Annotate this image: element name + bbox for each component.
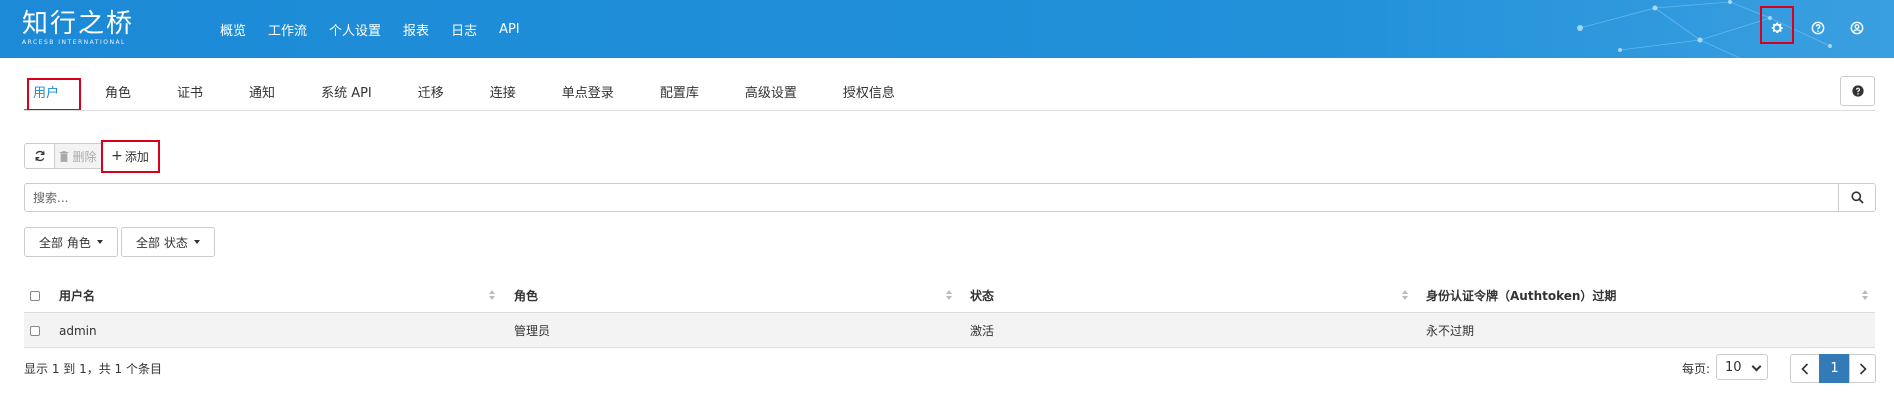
chevron-down-icon (1751, 361, 1762, 372)
tab-notifications[interactable]: 通知 (240, 76, 284, 109)
pagination-summary: 显示 1 到 1，共 1 个条目 (24, 362, 162, 376)
role-filter-label: 全部 角色 (39, 235, 91, 250)
role-filter-dropdown[interactable]: 全部 角色 (24, 227, 118, 257)
user-circle-icon[interactable] (1846, 17, 1868, 39)
per-page-value: 10 (1725, 359, 1742, 375)
column-role[interactable]: 角色 (514, 278, 538, 313)
column-status[interactable]: 状态 (970, 278, 994, 313)
cell-username[interactable]: admin (59, 313, 97, 348)
tab-license[interactable]: 授权信息 (834, 76, 904, 109)
tabs-divider (24, 110, 1875, 111)
network-decoration (1577, 0, 1832, 58)
table-row[interactable]: admin 管理员 激活 永不过期 (24, 313, 1875, 348)
chevron-right-icon (1859, 362, 1867, 375)
column-authtoken-expiry[interactable]: 身份认证令牌（Authtoken）过期 (1426, 278, 1616, 313)
page-button[interactable]: 1 (1819, 354, 1850, 383)
top-header: 知行之桥 ARCESB INTERNATIONAL 概览 工作流 个人设置 报表… (0, 0, 1894, 58)
search-input[interactable] (24, 183, 1866, 212)
tab-migration[interactable]: 迁移 (409, 76, 453, 109)
next-page-button[interactable] (1849, 354, 1876, 383)
per-page-select[interactable]: 10 (1716, 354, 1768, 380)
nav-item-profile[interactable]: 个人设置 (329, 20, 381, 39)
cell-authtoken-expiry: 永不过期 (1426, 324, 1475, 338)
status-filter-label: 全部 状态 (136, 235, 188, 250)
status-filter-dropdown[interactable]: 全部 状态 (121, 227, 215, 257)
sort-icon[interactable] (946, 286, 954, 304)
select-all-checkbox[interactable] (30, 291, 40, 301)
help-icon (1851, 85, 1864, 97)
trash-icon (60, 150, 69, 162)
tab-highlight-box (27, 78, 81, 111)
nav-item-logs[interactable]: 日志 (451, 20, 477, 39)
logo-subtext: ARCESB INTERNATIONAL (22, 39, 126, 46)
per-page-label: 每页: (1682, 362, 1711, 376)
help-circle-icon[interactable] (1807, 17, 1829, 39)
tab-advanced[interactable]: 高级设置 (736, 76, 806, 109)
logo-text: 知行之桥 (22, 9, 135, 39)
cell-role: 管理员 (514, 324, 551, 338)
main-nav: 概览 工作流 个人设置 报表 日志 API (220, 0, 542, 58)
nav-item-reports[interactable]: 报表 (403, 20, 429, 39)
tab-connections[interactable]: 连接 (481, 76, 525, 109)
search-icon (1850, 191, 1864, 204)
nav-item-api[interactable]: API (499, 22, 520, 37)
delete-button[interactable]: 删除 (54, 143, 102, 169)
sort-icon[interactable] (489, 286, 497, 304)
caret-down-icon (96, 240, 103, 244)
settings-tabs: 用户 角色 证书 通知 系统 API 迁移 连接 单点登录 配置库 高级设置 授… (24, 76, 932, 111)
refresh-button[interactable] (24, 143, 55, 169)
tab-certificates[interactable]: 证书 (168, 76, 212, 109)
caret-down-icon (193, 240, 200, 244)
chevron-left-icon (1801, 362, 1809, 375)
tab-sso[interactable]: 单点登录 (553, 76, 623, 109)
tab-roles[interactable]: 角色 (96, 76, 140, 109)
users-table: 用户名 角色 状态 身份认证令牌（Authtoken）过期 admin 管理员 … (24, 278, 1875, 348)
previous-page-button[interactable] (1790, 354, 1820, 383)
logo[interactable]: 知行之桥 ARCESB INTERNATIONAL (22, 10, 134, 47)
nav-item-overview[interactable]: 概览 (220, 20, 246, 39)
search-button[interactable] (1838, 183, 1876, 212)
cell-status: 激活 (970, 324, 995, 338)
add-highlight-box (101, 140, 160, 173)
tab-config-repo[interactable]: 配置库 (651, 76, 708, 109)
page-help-button[interactable] (1840, 76, 1875, 106)
sort-icon[interactable] (1402, 286, 1410, 304)
delete-label: 删除 (72, 149, 97, 164)
table-header-row: 用户名 角色 状态 身份认证令牌（Authtoken）过期 (24, 278, 1875, 313)
row-checkbox[interactable] (30, 326, 40, 336)
nav-item-workflow[interactable]: 工作流 (268, 20, 307, 39)
refresh-icon (35, 150, 44, 162)
column-username[interactable]: 用户名 (59, 278, 95, 313)
tab-system-api[interactable]: 系统 API (312, 76, 381, 109)
sort-icon[interactable] (1862, 286, 1870, 304)
gear-highlight-box (1760, 6, 1794, 44)
